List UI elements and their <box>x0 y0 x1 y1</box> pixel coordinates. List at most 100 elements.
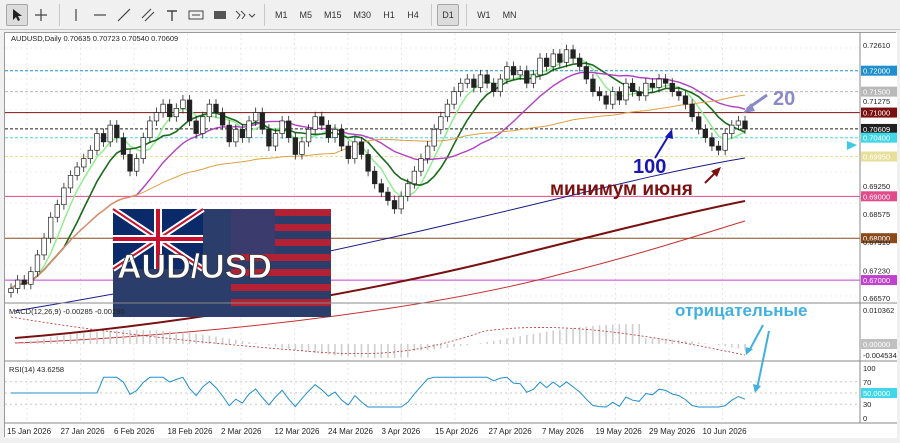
candle-body <box>636 91 642 97</box>
price-label: 0.67910 <box>863 238 890 247</box>
candle-body <box>167 103 173 118</box>
chart-canvas[interactable]: AUD/USD 20100минимум июняотрицательные M… <box>5 33 897 438</box>
candle-body <box>332 128 338 139</box>
channel-icon[interactable] <box>137 4 159 26</box>
price-label: 0.69950 <box>863 153 890 162</box>
candle-body <box>153 112 160 122</box>
candle-body <box>338 128 345 147</box>
timeframe-m15[interactable]: M15 <box>319 4 347 26</box>
candle-body <box>365 154 371 172</box>
candle-body <box>114 124 120 139</box>
candle-body <box>253 112 259 122</box>
candle-body <box>173 108 179 118</box>
candle-body <box>530 74 537 84</box>
candle-body <box>510 66 517 76</box>
candle-body <box>272 133 279 147</box>
candle-body <box>319 116 325 126</box>
candle-body <box>411 170 418 185</box>
timeframe-h1[interactable]: H1 <box>378 4 400 26</box>
timeframe-h4[interactable]: H4 <box>402 4 424 26</box>
candle-body <box>61 187 67 206</box>
candle-body <box>180 99 186 109</box>
price-label: 0.66570 <box>863 294 890 303</box>
candle-body <box>312 116 318 130</box>
horizontal-line-icon[interactable] <box>89 4 111 26</box>
candle-body <box>656 78 662 88</box>
candle-body <box>385 191 391 201</box>
candle-body <box>735 120 742 126</box>
candle-body <box>570 49 576 59</box>
candle-body <box>299 141 305 155</box>
candle-body <box>213 103 219 113</box>
date-label: 29 May 2026 <box>649 427 696 436</box>
candle-body <box>431 128 437 147</box>
candle-body <box>491 82 497 92</box>
toolbar-separator <box>59 3 60 26</box>
candle-body <box>226 124 232 143</box>
candle-body <box>464 78 470 84</box>
toolbar-separator <box>466 3 468 26</box>
crosshair-icon[interactable] <box>30 4 52 26</box>
price-label: 0.68575 <box>863 210 890 219</box>
candle-body <box>345 145 351 159</box>
timeframe-w1[interactable]: W1 <box>472 4 496 26</box>
candle-body <box>418 158 424 172</box>
candle-body <box>259 112 265 130</box>
candle-body <box>623 82 629 101</box>
candle-body <box>398 195 404 210</box>
candle-body <box>81 158 87 168</box>
annotation-june-low: минимум июня <box>550 179 693 200</box>
price-label: 0.72000 <box>863 67 890 76</box>
toolbar-separator <box>431 3 433 26</box>
candle-body <box>643 82 649 97</box>
vertical-line-icon[interactable] <box>65 4 87 26</box>
candle-body <box>550 53 556 67</box>
aud-usd-logo: AUD/USD <box>111 206 331 317</box>
date-label: 19 May 2026 <box>596 427 643 436</box>
price-label: 0.67000 <box>863 276 890 285</box>
candle-body <box>107 124 113 143</box>
text-icon[interactable] <box>161 4 183 26</box>
candle-body <box>742 120 748 130</box>
candle-body <box>577 57 583 67</box>
candle-body <box>41 237 47 256</box>
candle-body <box>477 74 484 88</box>
candle-body <box>87 149 94 159</box>
label-icon[interactable] <box>185 4 207 26</box>
trendline-icon[interactable] <box>113 4 135 26</box>
annotation-20: 20 <box>773 88 795 110</box>
candle-body <box>451 91 457 105</box>
candle-body <box>517 70 523 76</box>
candle-body <box>537 57 543 76</box>
candle-body <box>28 271 34 285</box>
cursor-icon[interactable] <box>6 3 28 26</box>
candle-body <box>444 103 451 118</box>
macd-label: 0.00000 <box>863 340 890 349</box>
rsi-label: 70 <box>863 378 871 387</box>
candle-body <box>67 175 74 189</box>
candle-body <box>279 120 285 134</box>
candle-body <box>649 82 656 88</box>
rsi-label: 0 <box>863 414 867 423</box>
toolbar-separator <box>264 3 265 26</box>
timeframe-m5[interactable]: M5 <box>295 4 318 26</box>
timeframe-m30[interactable]: M30 <box>349 4 377 26</box>
date-label: 18 Feb 2026 <box>168 427 213 436</box>
candle-body <box>676 91 682 97</box>
candle-body <box>206 103 213 118</box>
timeframe-mn[interactable]: MN <box>498 4 522 26</box>
candle-body <box>616 91 623 101</box>
candle-body <box>292 137 298 155</box>
timeframe-m1[interactable]: M1 <box>270 4 293 26</box>
candle-body <box>722 133 728 151</box>
objects-icon[interactable] <box>233 4 257 26</box>
chart-window[interactable]: AUD/USD 20 100 минимум июня отрицательные M… <box>4 32 897 438</box>
rsi-label: 100 <box>863 364 876 373</box>
candle-body <box>557 53 563 63</box>
candle-body <box>266 128 272 147</box>
rectangle-icon[interactable] <box>209 4 231 26</box>
candle-body <box>543 57 550 67</box>
candle-body <box>140 137 146 159</box>
timeframe-d1[interactable]: D1 <box>437 3 460 26</box>
annotation-100: 100 <box>633 156 666 178</box>
